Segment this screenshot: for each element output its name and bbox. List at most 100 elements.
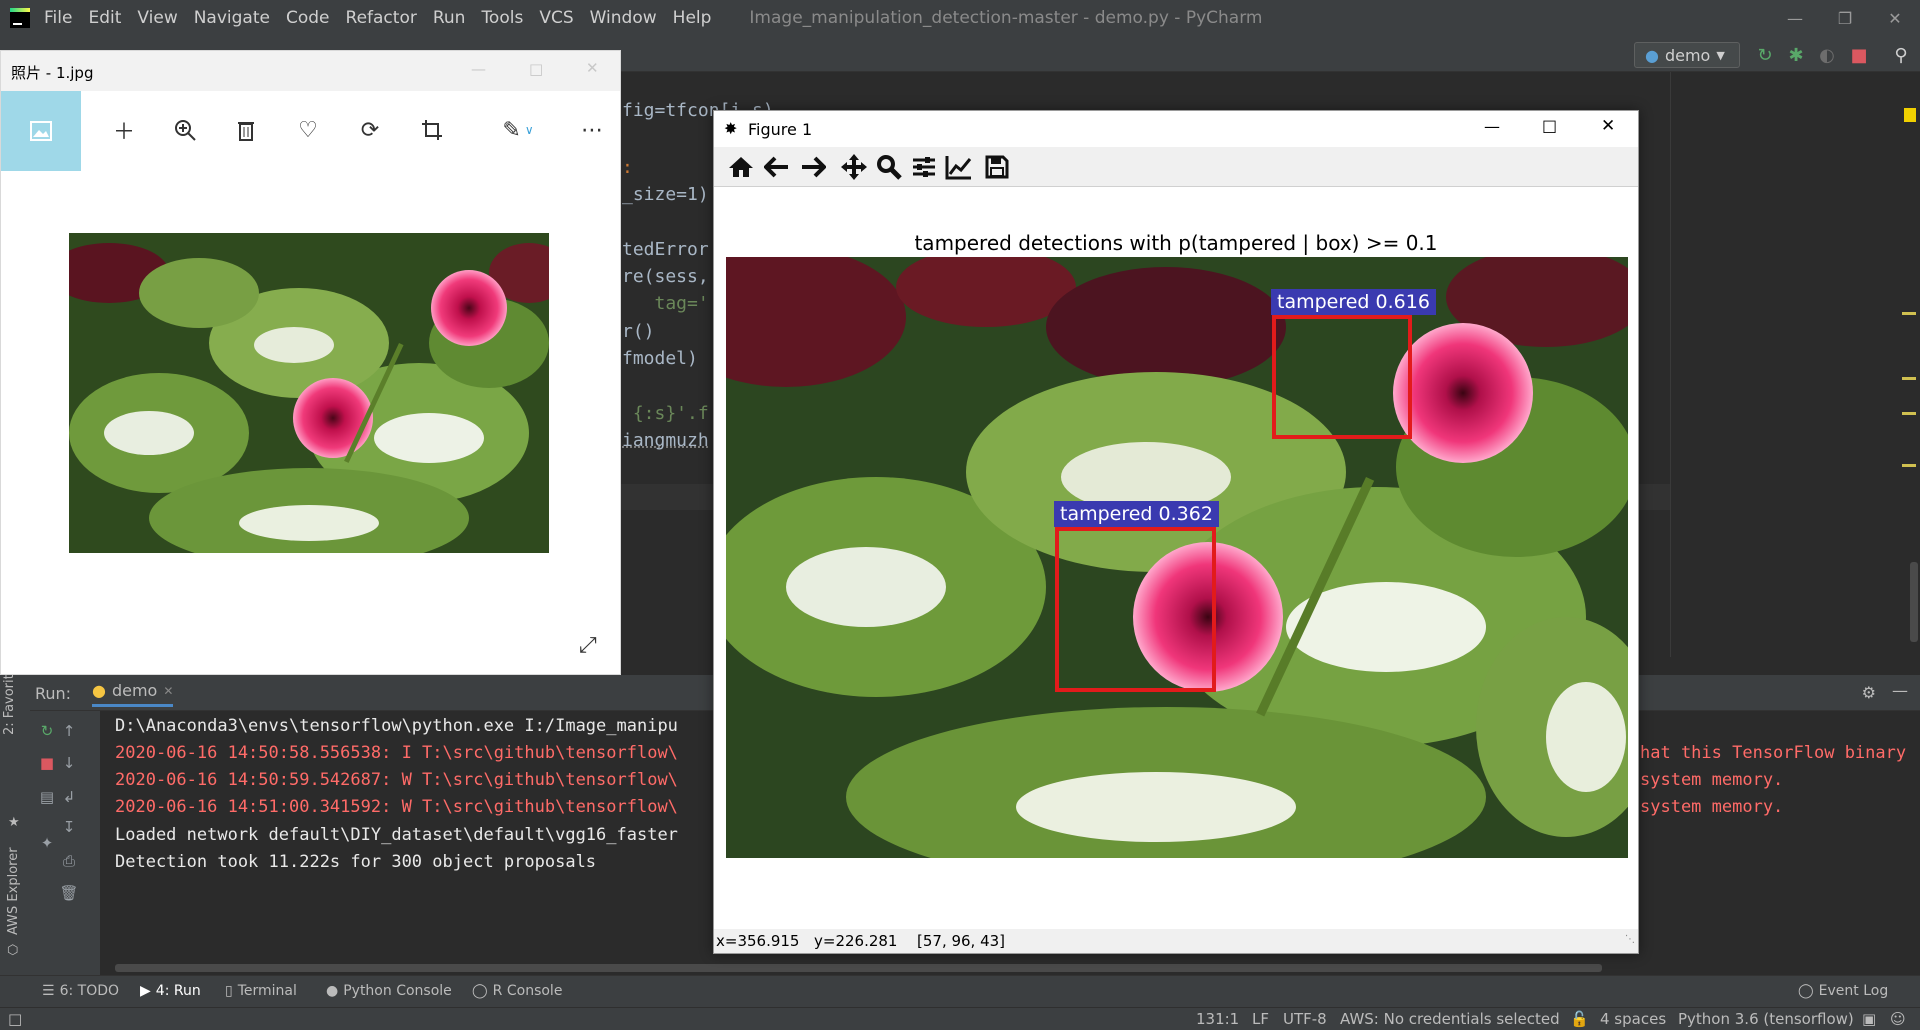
tab-r-console[interactable]: ◯ R Console	[472, 983, 562, 999]
search-everywhere-icon[interactable]: ⚲	[1890, 44, 1912, 66]
menu-run[interactable]: Run	[433, 8, 466, 28]
trash-icon[interactable]: 🗑	[58, 883, 80, 903]
console-line: Detection took 11.222s for 300 object pr…	[115, 852, 597, 872]
scroll-to-end-icon[interactable]: ↧	[58, 817, 80, 837]
ide-window-title: Image_manipulation_detection-master - de…	[749, 8, 1263, 28]
menu-navigate[interactable]: Navigate	[194, 8, 270, 28]
figure-close-button[interactable]: ✕	[1601, 116, 1615, 136]
photos-minimize-button[interactable]: —	[471, 60, 486, 78]
pan-button[interactable]	[839, 152, 869, 182]
tab-run[interactable]: ▶ 4: Run	[140, 983, 201, 999]
gear-icon[interactable]: ⚙	[1862, 683, 1876, 702]
list-icon: ☰	[42, 983, 55, 999]
menu-vcs[interactable]: VCS	[539, 8, 573, 28]
tab-terminal[interactable]: ▯ Terminal	[225, 983, 297, 999]
pin-icon[interactable]: ✦	[36, 833, 58, 853]
close-tab-icon[interactable]: ✕	[163, 684, 173, 698]
r-icon: ◯	[472, 983, 488, 999]
image-gallery-icon	[30, 121, 52, 141]
status-toggle-icon[interactable]: □	[8, 1010, 22, 1028]
more-options-button[interactable]: ⋯	[577, 115, 607, 145]
error-stripe-marker	[1902, 312, 1916, 315]
rerun-icon[interactable]: ↻	[36, 721, 58, 741]
crop-button[interactable]	[417, 115, 447, 145]
zoom-button[interactable]	[170, 115, 200, 145]
rotate-icon: ⟳	[360, 117, 380, 143]
pixel-rgb-readout: [57, 96, 43]	[917, 932, 1006, 950]
favorite-button[interactable]: ♡	[293, 115, 323, 145]
figure-maximize-button[interactable]: □	[1542, 116, 1557, 135]
debug-bug-icon[interactable]: ✱	[1785, 44, 1807, 66]
event-log-button[interactable]: ◯ Event Log	[1798, 983, 1888, 999]
figure-minimize-button[interactable]: —	[1484, 117, 1500, 136]
menu-window[interactable]: Window	[590, 8, 657, 28]
menu-file[interactable]: File	[44, 8, 72, 28]
layout-icon[interactable]: ▤	[36, 787, 58, 807]
aws-connection-status[interactable]: AWS: No credentials selected	[1340, 1010, 1560, 1028]
ide-title-bar: File Edit View Navigate Code Refactor Ru…	[0, 0, 1920, 36]
line-separator[interactable]: LF	[1252, 1010, 1269, 1028]
fullscreen-toggle-icon[interactable]: ⤢	[579, 633, 597, 658]
tab-todo[interactable]: ☰ 6: TODO	[42, 983, 119, 999]
arrow-down-icon[interactable]: ↓	[58, 753, 80, 773]
plus-icon: ＋	[112, 120, 135, 145]
run-configuration-select[interactable]: ● demo ▼	[1634, 42, 1740, 68]
configure-subplots-button[interactable]	[909, 152, 939, 182]
add-to-album-button[interactable]: ＋	[109, 115, 139, 145]
menu-tools[interactable]: Tools	[481, 8, 523, 28]
arrow-right-icon	[802, 156, 826, 178]
forward-button[interactable]	[798, 152, 828, 182]
console-horizontal-scrollbar[interactable]	[115, 964, 1602, 972]
zoom-rect-button[interactable]	[874, 152, 904, 182]
detection-image-axes[interactable]: tampered 0.616 tampered 0.362	[726, 257, 1628, 858]
save-figure-button[interactable]	[982, 152, 1012, 182]
caret-position[interactable]: 131:1	[1196, 1010, 1239, 1028]
back-button[interactable]	[762, 152, 792, 182]
rotate-button[interactable]: ⟳	[355, 115, 385, 145]
ellipsis-icon: ⋯	[581, 117, 603, 143]
ide-minimize-button[interactable]: —	[1770, 0, 1820, 36]
padlock-icon[interactable]: ▣	[1862, 1010, 1876, 1028]
ide-restore-button[interactable]: ❐	[1820, 0, 1870, 36]
hide-panel-icon[interactable]: —	[1892, 681, 1908, 700]
rerun-icon[interactable]: ↻	[1754, 44, 1776, 66]
print-icon[interactable]: ⎙	[58, 851, 80, 871]
resize-grip-icon[interactable]: ⋱	[1625, 934, 1635, 945]
photos-close-button[interactable]: ✕	[586, 59, 599, 77]
tab-python-console[interactable]: ● Python Console	[326, 983, 452, 999]
terminal-icon: ▯	[225, 983, 233, 999]
menu-code[interactable]: Code	[286, 8, 330, 28]
console-line: 2020-06-16 14:50:58.556538: I T:\src\git…	[115, 743, 678, 763]
menu-refactor[interactable]: Refactor	[346, 8, 417, 28]
menu-help[interactable]: Help	[673, 8, 712, 28]
error-stripe-marker	[1902, 464, 1916, 467]
arrow-up-icon[interactable]: ↑	[58, 721, 80, 741]
lock-icon[interactable]: 🔓	[1570, 1010, 1589, 1028]
home-button[interactable]	[726, 152, 756, 182]
ide-close-button[interactable]: ✕	[1870, 0, 1920, 36]
figure-status-bar: x=356.915 y=226.281 [57, 96, 43] ⋱	[714, 929, 1638, 953]
photos-maximize-button[interactable]: □	[529, 60, 543, 78]
run-tab-demo[interactable]: ● demo ✕	[92, 681, 174, 707]
stop-icon[interactable]: ■	[1848, 44, 1870, 66]
file-encoding[interactable]: UTF-8	[1283, 1010, 1327, 1028]
code-line: tedError	[622, 239, 709, 260]
indent-setting[interactable]: 4 spaces	[1600, 1010, 1666, 1028]
stop-icon[interactable]: ■	[36, 753, 58, 773]
code-line: tag='	[622, 293, 709, 314]
menu-view[interactable]: View	[137, 8, 177, 28]
edit-create-button[interactable]: ✎ ∨	[493, 115, 543, 145]
see-all-photos-button[interactable]	[1, 91, 81, 171]
magnifier-icon	[877, 155, 902, 180]
python-interpreter[interactable]: Python 3.6 (tensorflow)	[1678, 1010, 1854, 1028]
aws-explorer-side-tab[interactable]: AWS Explorer	[6, 835, 21, 935]
coverage-icon[interactable]: ◐	[1816, 44, 1838, 66]
menu-edit[interactable]: Edit	[88, 8, 121, 28]
cursor-x-readout: x=356.915	[716, 932, 800, 950]
soft-wrap-icon[interactable]: ↲	[58, 787, 80, 807]
edit-axis-button[interactable]	[944, 152, 974, 182]
delete-button[interactable]	[231, 115, 261, 145]
inspector-icon[interactable]: ☺	[1890, 1010, 1906, 1028]
editor-scrollbar[interactable]	[1910, 562, 1918, 642]
line-chart-icon	[945, 156, 972, 180]
